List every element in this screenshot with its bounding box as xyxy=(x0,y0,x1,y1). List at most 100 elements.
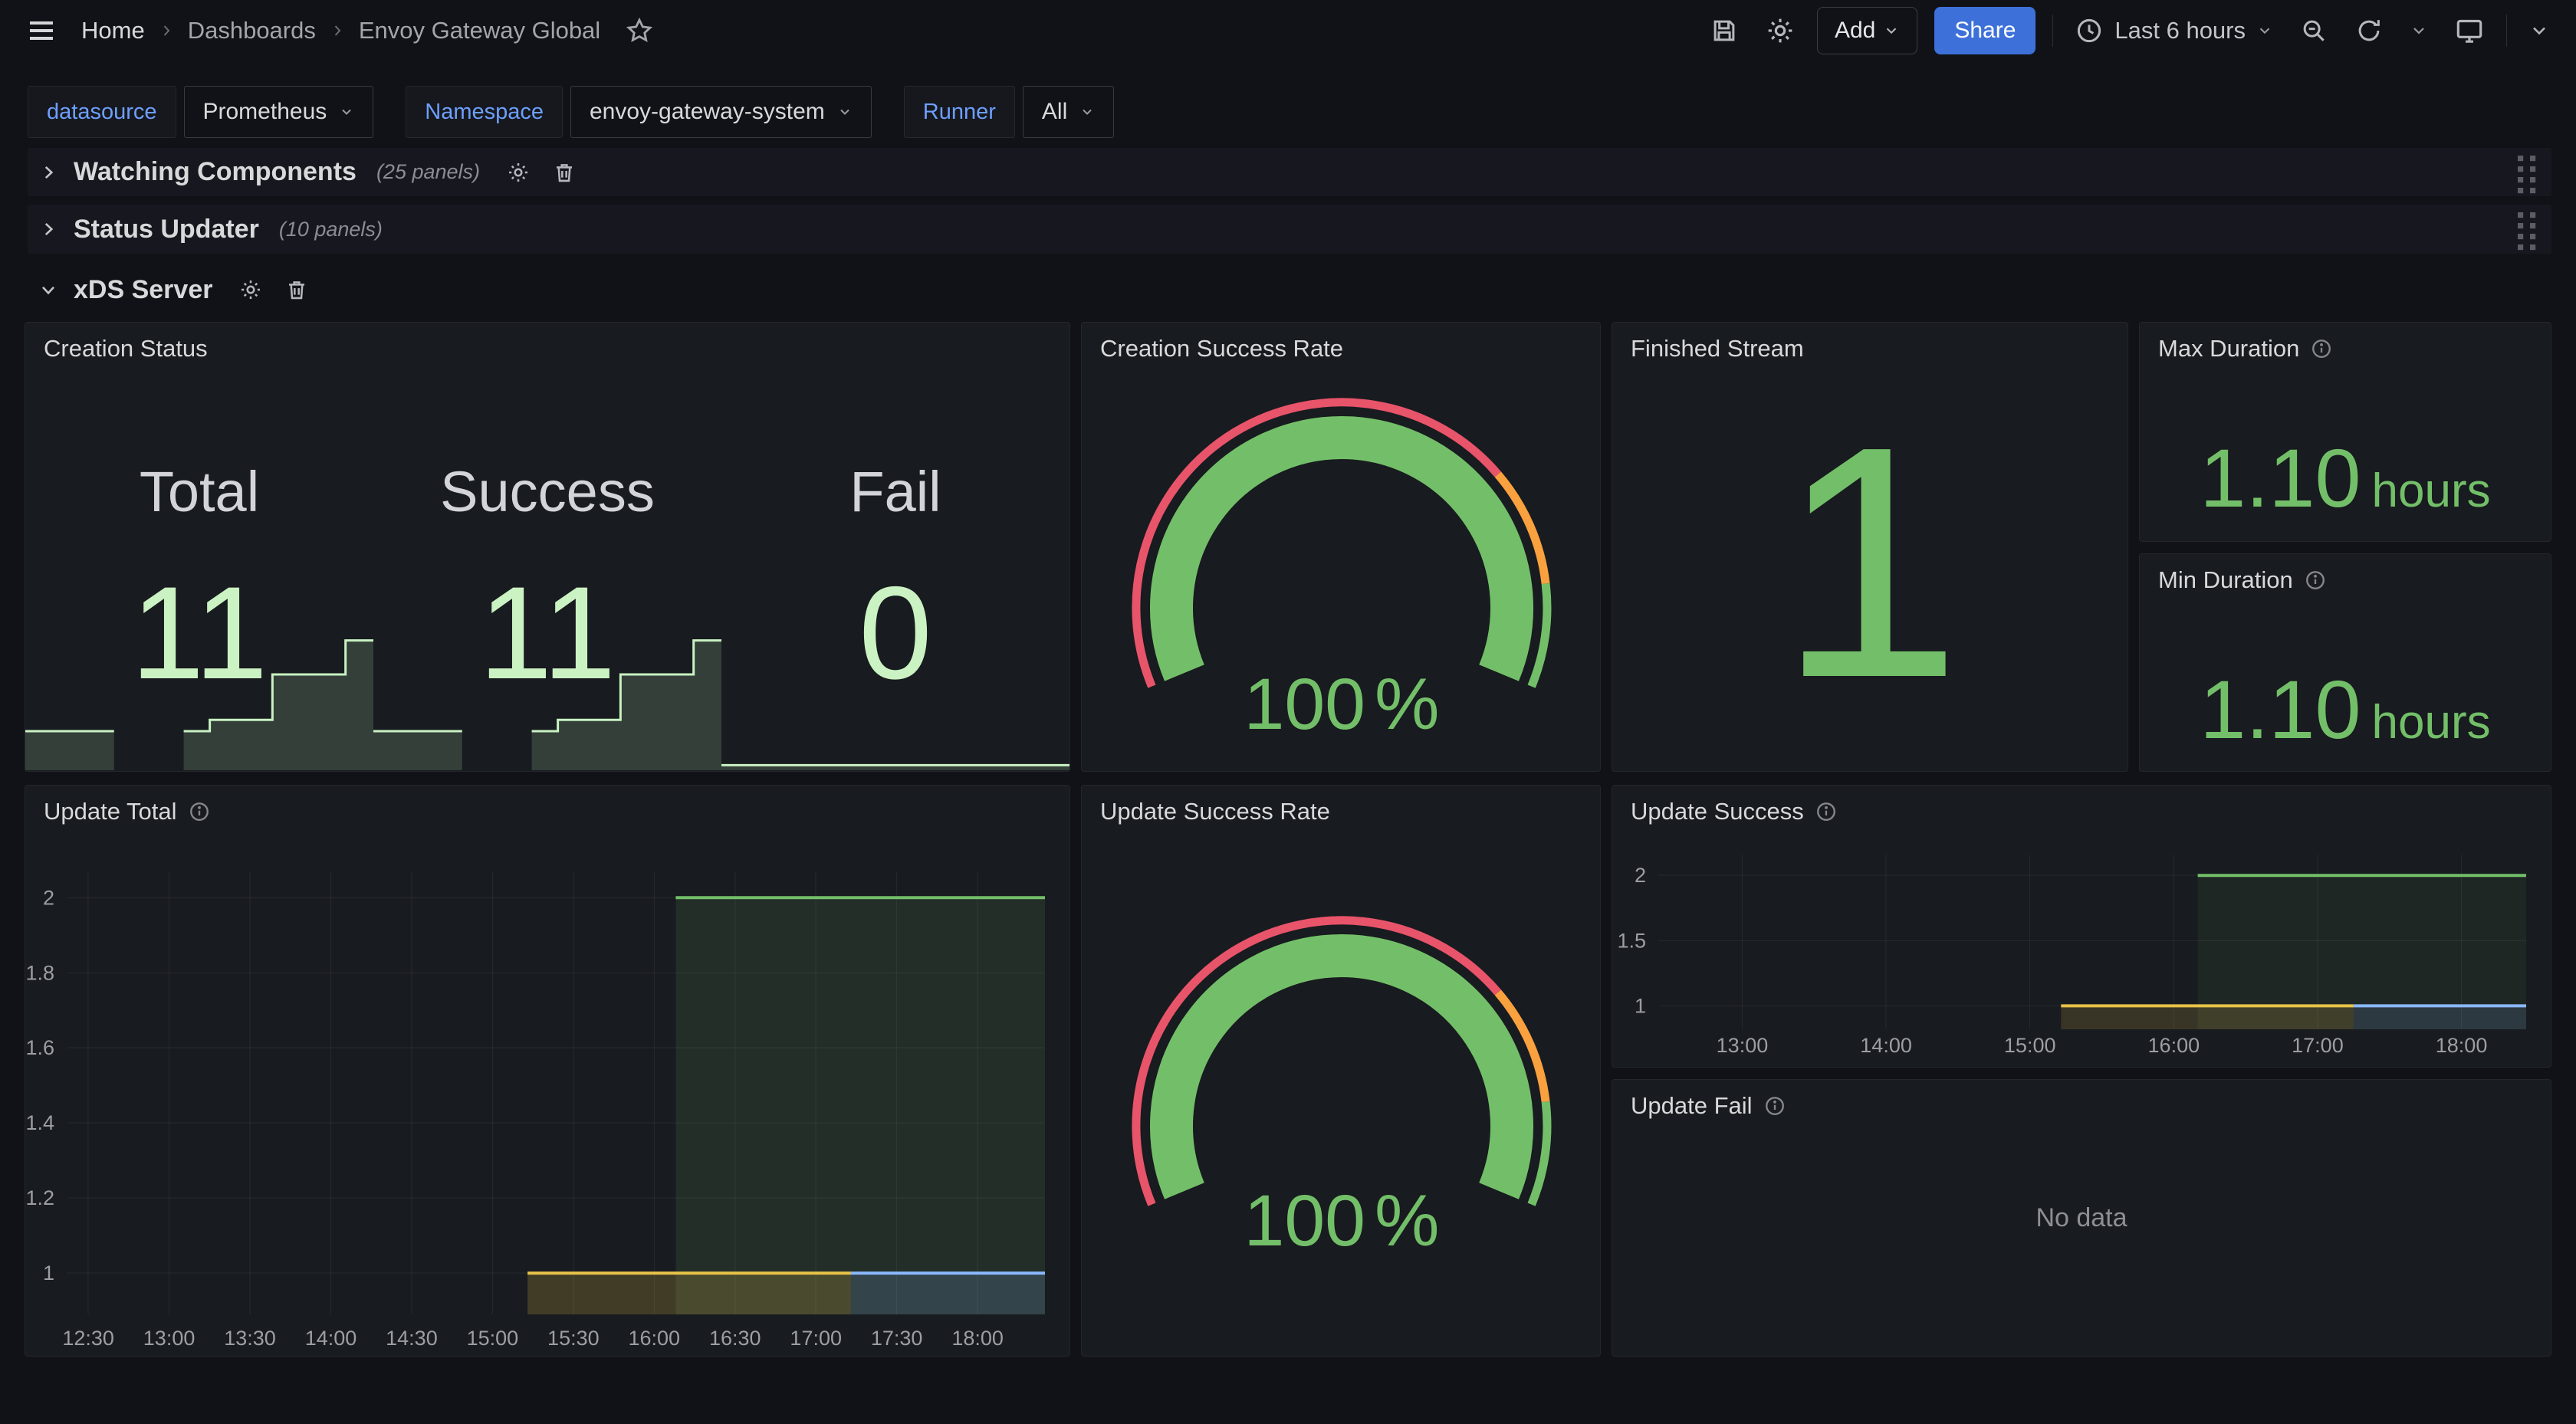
x-tick-label: 14:00 xyxy=(305,1327,357,1350)
refresh-icon xyxy=(2354,16,2384,45)
stat-value: 1.10 xyxy=(2200,661,2361,757)
row-status-updater[interactable]: Status Updater (10 panels) xyxy=(28,205,2551,254)
row-drag-handle[interactable] xyxy=(2513,149,2541,195)
time-series-chart[interactable]: 13:0014:0015:0016:0017:0018:0011.52 xyxy=(1612,786,2552,1068)
chevron-down-icon xyxy=(2410,21,2428,40)
x-tick-label: 16:00 xyxy=(629,1327,681,1350)
sparkline-chart xyxy=(721,635,1070,770)
row-xds-server[interactable]: xDS Server xyxy=(28,267,948,312)
panel-title[interactable]: Min Duration xyxy=(2158,566,2327,594)
chevron-down-icon xyxy=(38,280,58,300)
clock-icon xyxy=(2075,16,2104,45)
chevron-down-icon xyxy=(339,104,354,120)
gauge-value-arc xyxy=(1171,956,1512,1191)
x-tick-label: 16:30 xyxy=(709,1327,761,1350)
panel-title[interactable]: Max Duration xyxy=(2158,335,2333,363)
grafana-dashboard: Home Dashboards Envoy Gateway Global xyxy=(0,0,2576,1424)
sparkline-fill xyxy=(25,731,114,770)
variable-label: Namespace xyxy=(406,86,563,138)
time-series-chart[interactable]: 12:3013:0013:3014:0014:3015:0015:3016:00… xyxy=(25,786,1071,1357)
y-tick-label: 2 xyxy=(1635,864,1646,887)
y-tick-label: 1.2 xyxy=(25,1186,54,1209)
y-tick-label: 1.6 xyxy=(25,1036,54,1059)
row-drag-handle[interactable] xyxy=(2513,206,2541,252)
variable-value: envoy-gateway-system xyxy=(590,99,825,125)
variable-runner: Runner All xyxy=(904,86,1114,138)
breadcrumb: Home Dashboards Envoy Gateway Global xyxy=(81,17,600,44)
panel-update-success-rate: Update Success Rate 100% xyxy=(1081,785,1601,1357)
refresh-button[interactable] xyxy=(2350,11,2388,50)
variable-value-dropdown[interactable]: envoy-gateway-system xyxy=(570,86,872,138)
stat-label: Total xyxy=(140,459,259,524)
favorite-button[interactable] xyxy=(620,11,659,50)
breadcrumb-dashboards[interactable]: Dashboards xyxy=(188,17,316,44)
panel-update-total: Update Total 12:3013:0013:3014:0014:3015… xyxy=(25,785,1070,1357)
stat-columns: Total 11 Success 11 Fail 0 xyxy=(25,369,1070,771)
menu-button[interactable] xyxy=(21,11,61,51)
gauge-value-text: 100% xyxy=(1244,1180,1440,1262)
zoom-out-time-button[interactable] xyxy=(2295,11,2333,50)
chevron-right-icon xyxy=(38,219,58,239)
panel-title[interactable]: Creation Status xyxy=(44,335,208,363)
variable-namespace: Namespace envoy-gateway-system xyxy=(406,86,872,138)
row-watching-components[interactable]: Watching Components (25 panels) xyxy=(28,148,2551,196)
x-tick-label: 13:00 xyxy=(143,1327,196,1350)
refresh-interval-dropdown[interactable] xyxy=(2405,17,2433,44)
gauge-threshold-green xyxy=(1532,1102,1547,1205)
breadcrumb-separator-icon xyxy=(328,21,347,40)
y-tick-label: 1.8 xyxy=(25,961,54,984)
tv-mode-button[interactable] xyxy=(2450,11,2489,51)
sparkline-fill xyxy=(373,731,462,770)
variable-value-dropdown[interactable]: All xyxy=(1023,86,1114,138)
dashboard-variables: datasource Prometheus Namespace envoy-ga… xyxy=(28,86,1114,138)
monitor-icon xyxy=(2454,15,2485,46)
dashboard-settings-button[interactable] xyxy=(1760,11,1800,51)
x-tick-label: 15:00 xyxy=(467,1327,519,1350)
chevron-right-icon xyxy=(38,162,58,182)
info-icon[interactable] xyxy=(2310,337,2333,360)
share-button[interactable]: Share xyxy=(1934,7,2036,54)
variable-value: Prometheus xyxy=(203,99,327,125)
variable-label: datasource xyxy=(28,86,176,138)
toolbar-overflow-dropdown[interactable] xyxy=(2524,15,2555,46)
info-icon[interactable] xyxy=(2304,569,2327,592)
y-tick-label: 2 xyxy=(43,886,54,909)
panel-max-duration: Max Duration 1.10 hours xyxy=(2139,322,2551,542)
panel-update-fail: Update Fail No data xyxy=(1612,1079,2551,1357)
row-settings-gear-icon[interactable] xyxy=(506,160,531,185)
x-tick-label: 17:00 xyxy=(2292,1034,2344,1057)
x-tick-label: 17:30 xyxy=(871,1327,923,1350)
stat-label: Success xyxy=(440,459,655,524)
chevron-down-icon xyxy=(1079,104,1095,120)
row-title: xDS Server xyxy=(74,275,212,305)
time-range-label: Last 6 hours xyxy=(2114,17,2246,44)
row-delete-trash-icon[interactable] xyxy=(552,160,577,185)
x-tick-label: 18:00 xyxy=(2436,1034,2488,1057)
x-tick-label: 13:00 xyxy=(1717,1034,1769,1057)
variable-value-dropdown[interactable]: Prometheus xyxy=(184,86,374,138)
series-fill-blue xyxy=(851,1273,1045,1314)
variable-datasource: datasource Prometheus xyxy=(28,86,373,138)
panel-update-success: Update Success 13:0014:0015:0016:0017:00… xyxy=(1612,785,2551,1068)
series-fill-yellow xyxy=(2061,1006,2354,1029)
save-dashboard-button[interactable] xyxy=(1705,11,1743,50)
time-range-picker[interactable]: Last 6 hours xyxy=(2070,15,2278,46)
breadcrumb-home[interactable]: Home xyxy=(81,17,145,44)
row-settings-gear-icon[interactable] xyxy=(238,277,263,302)
gauge-value-text: 100% xyxy=(1244,664,1440,745)
x-tick-label: 18:00 xyxy=(951,1327,1004,1350)
no-data-message: No data xyxy=(1612,1080,2551,1356)
add-button[interactable]: Add xyxy=(1817,7,1917,54)
series-fill-blue xyxy=(2354,1006,2526,1029)
gauge-chart: 100% xyxy=(1082,786,1602,1357)
toolbar-divider xyxy=(2506,15,2507,47)
chevron-down-icon xyxy=(2528,20,2550,41)
chevron-down-icon xyxy=(837,104,853,120)
panel-min-duration: Min Duration 1.10 hours xyxy=(2139,553,2551,772)
row-delete-trash-icon[interactable] xyxy=(284,277,309,302)
panel-finished-stream: Finished Stream 1 xyxy=(1612,322,2128,772)
chevron-down-icon xyxy=(2256,22,2273,39)
y-tick-label: 1.4 xyxy=(25,1111,54,1134)
x-tick-label: 15:30 xyxy=(547,1327,600,1350)
x-tick-label: 15:00 xyxy=(2004,1034,2056,1057)
